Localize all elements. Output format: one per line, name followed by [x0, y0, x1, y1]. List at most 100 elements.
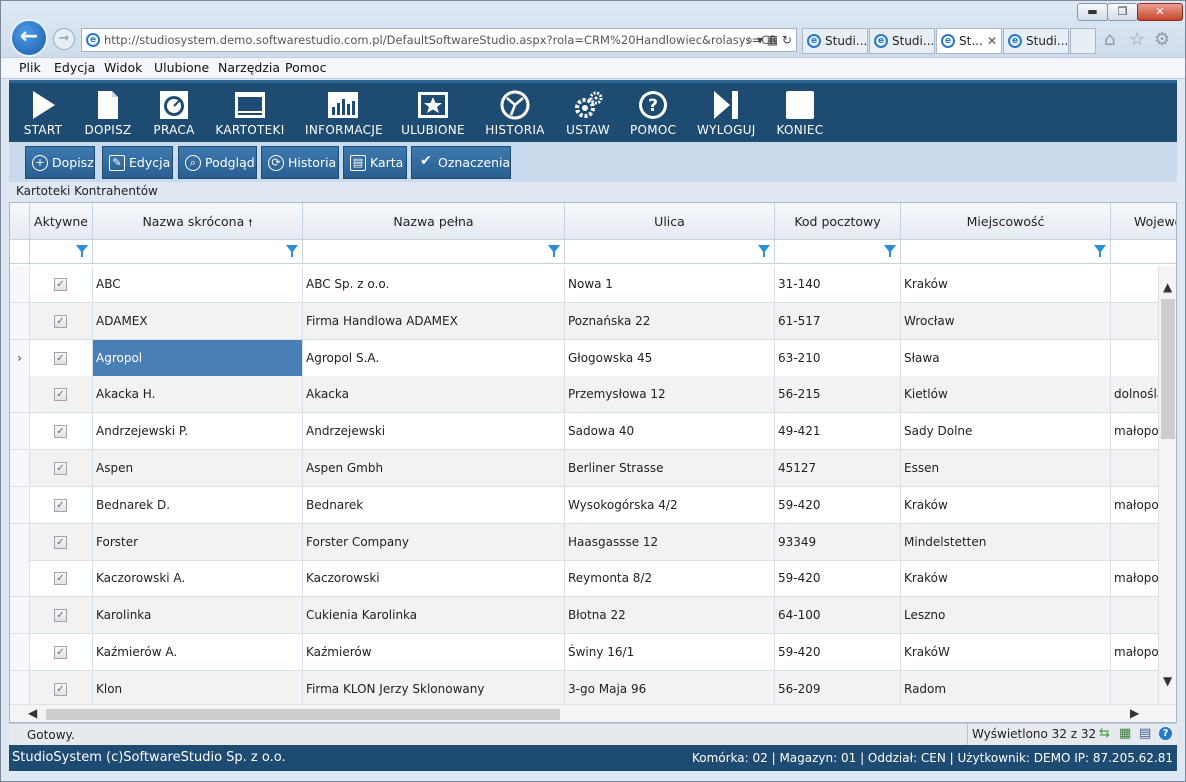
- minimize-button[interactable]: ▬: [1077, 3, 1108, 21]
- table-row[interactable]: ✓ Bednarek D. Bednarek Wysokogórska 4/2 59-4…: [10, 486, 1171, 524]
- table-row[interactable]: ✓ Kaźmierów A. Kaźmierów Świny 16/1 59-420 Kr…: [10, 634, 1171, 671]
- header-miejscowosc[interactable]: Miejscowość: [901, 203, 1111, 240]
- table-row[interactable]: ✓ Kaczorowski A. Kaczorowski Reymonta 8/2 59…: [10, 560, 1171, 598]
- cell-ulica[interactable]: 3-go Maja 96: [565, 670, 775, 707]
- ulubione-button[interactable]: ULUBIONE: [401, 89, 465, 137]
- cell-ulica[interactable]: Poznańska 22: [565, 302, 775, 339]
- karta-action-button[interactable]: ▤ Karta: [343, 146, 407, 179]
- active-checkbox[interactable]: ✓: [54, 498, 67, 512]
- address-bar[interactable]: e http://studiosystem.demo.softwarestudi…: [81, 28, 797, 52]
- menu-pomoc[interactable]: Pomoc: [285, 60, 326, 75]
- cell-kod-pocztowy[interactable]: 59-420: [775, 560, 901, 597]
- cell-nazwa-skrocona[interactable]: Kaźmierów A.: [93, 634, 303, 670]
- table-row[interactable]: › ✓ Agropol Agropol S.A. Głogowska 45 63-210 S…: [10, 339, 1171, 377]
- header-nazwa-pelna[interactable]: Nazwa pełna: [303, 203, 565, 240]
- cell-nazwa-skrocona[interactable]: Kaczorowski A.: [93, 560, 303, 597]
- active-checkbox[interactable]: ✓: [54, 425, 67, 439]
- cell-aktywne[interactable]: ✓: [30, 560, 93, 597]
- cell-miejscowosc[interactable]: Kietlów: [901, 376, 1111, 413]
- cell-miejscowosc[interactable]: KrakóW: [901, 634, 1111, 670]
- cell-ulica[interactable]: Świny 16/1: [565, 634, 775, 670]
- row-indicator[interactable]: ›: [10, 339, 30, 376]
- cell-miejscowosc[interactable]: Sady Dolne: [901, 413, 1111, 450]
- cell-aktywne[interactable]: ✓: [30, 266, 93, 302]
- cell-nazwa-skrocona[interactable]: Aspen: [93, 450, 303, 486]
- cell-kod-pocztowy[interactable]: 61-517: [775, 302, 901, 339]
- oznaczenia-action-button[interactable]: ✔ Oznaczenia: [411, 146, 511, 179]
- active-checkbox[interactable]: ✓: [54, 609, 67, 623]
- cell-nazwa-pelna[interactable]: Agropol S.A.: [303, 339, 565, 376]
- scroll-down-icon[interactable]: ▼: [1163, 674, 1172, 688]
- cell-nazwa-skrocona[interactable]: Karolinka: [93, 597, 303, 634]
- active-checkbox[interactable]: ✓: [54, 351, 67, 365]
- cell-nazwa-pelna[interactable]: Firma Handlowa ADAMEX: [303, 302, 565, 339]
- maximize-button[interactable]: ❐: [1107, 3, 1138, 21]
- header-aktywne[interactable]: Aktywne: [30, 203, 93, 240]
- menu-widok[interactable]: Widok: [104, 60, 142, 75]
- ustaw-button[interactable]: USTAW: [565, 89, 611, 137]
- cell-nazwa-pelna[interactable]: Cukienia Karolinka: [303, 597, 565, 634]
- filter-nazwa-skrocona[interactable]: [93, 240, 303, 264]
- filter-funnel-icon[interactable]: [884, 245, 896, 257]
- table-row[interactable]: ✓ Klon Firma KLON Jerzy Sklonowany 3-go Maj…: [10, 670, 1171, 708]
- menu-ulubione[interactable]: Ulubione: [154, 60, 209, 75]
- cell-nazwa-pelna[interactable]: Forster Company: [303, 523, 565, 560]
- refresh-icon[interactable]: ⇆: [1099, 726, 1110, 741]
- cell-ulica[interactable]: Reymonta 8/2: [565, 560, 775, 597]
- table-row[interactable]: ✓ Forster Forster Company Haasgassse 12 9334…: [10, 523, 1171, 561]
- cell-miejscowosc[interactable]: Kraków: [901, 266, 1111, 302]
- cell-nazwa-pelna[interactable]: Firma KLON Jerzy Sklonowany: [303, 670, 565, 707]
- cell-kod-pocztowy[interactable]: 63-210: [775, 339, 901, 376]
- cell-nazwa-pelna[interactable]: Bednarek: [303, 486, 565, 523]
- address-tools[interactable]: ⌕ ▾ ▦ ↻: [746, 29, 792, 51]
- cell-kod-pocztowy[interactable]: 56-215: [775, 376, 901, 413]
- cell-nazwa-pelna[interactable]: Kaczorowski: [303, 560, 565, 597]
- cell-kod-pocztowy[interactable]: 56-209: [775, 670, 901, 707]
- filter-aktywne[interactable]: [30, 240, 93, 264]
- cell-nazwa-skrocona[interactable]: Forster: [93, 523, 303, 560]
- cell-miejscowosc[interactable]: Radom: [901, 670, 1111, 707]
- settings-gear-icon[interactable]: ⚙: [1154, 29, 1170, 50]
- cell-nazwa-skrocona[interactable]: Andrzejewski P.: [93, 413, 303, 450]
- cell-nazwa-pelna[interactable]: Andrzejewski: [303, 413, 565, 450]
- filter-funnel-icon[interactable]: [1094, 245, 1106, 257]
- row-indicator[interactable]: [10, 560, 30, 597]
- cell-nazwa-skrocona[interactable]: Akacka H.: [93, 376, 303, 413]
- cell-kod-pocztowy[interactable]: 59-420: [775, 486, 901, 523]
- cell-kod-pocztowy[interactable]: 93349: [775, 523, 901, 560]
- cell-aktywne[interactable]: ✓: [30, 670, 93, 707]
- cell-nazwa-skrocona[interactable]: Bednarek D.: [93, 486, 303, 523]
- row-indicator[interactable]: [10, 634, 30, 670]
- back-button[interactable]: ←: [10, 19, 48, 57]
- filter-wojewodztwo[interactable]: [1111, 240, 1176, 264]
- export-icon[interactable]: ▦: [1119, 726, 1131, 741]
- koniec-button[interactable]: KONIEC: [775, 89, 825, 137]
- filter-nazwa-pelna[interactable]: [303, 240, 565, 264]
- home-icon[interactable]: ⌂: [1104, 29, 1115, 50]
- table-row[interactable]: ✓ Karolinka Cukienia Karolinka Błotna 22 64-…: [10, 597, 1171, 635]
- info-help-icon[interactable]: ?: [1159, 727, 1172, 740]
- cell-miejscowosc[interactable]: Wrocław: [901, 302, 1111, 339]
- filter-funnel-icon[interactable]: [76, 245, 88, 257]
- vertical-scrollbar[interactable]: ▲ ▼: [1158, 266, 1176, 706]
- table-row[interactable]: ✓ Aspen Aspen Gmbh Berliner Strasse 45127 Ess…: [10, 450, 1171, 487]
- filter-ulica[interactable]: [565, 240, 775, 264]
- active-checkbox[interactable]: ✓: [54, 388, 67, 402]
- header-kod-pocztowy[interactable]: Kod pocztowy: [775, 203, 901, 240]
- informacje-button[interactable]: INFORMACJE: [305, 89, 383, 137]
- cell-ulica[interactable]: Błotna 22: [565, 597, 775, 634]
- row-indicator[interactable]: [10, 597, 30, 634]
- cell-nazwa-skrocona[interactable]: Agropol: [93, 339, 303, 376]
- cell-aktywne[interactable]: ✓: [30, 597, 93, 634]
- podglad-action-button[interactable]: ⌕ Podgląd: [178, 146, 257, 179]
- filter-miejscowosc[interactable]: [901, 240, 1111, 264]
- vertical-scroll-thumb[interactable]: [1161, 299, 1175, 439]
- scroll-right-icon[interactable]: ▶: [1130, 706, 1139, 720]
- scroll-left-icon[interactable]: ◀: [28, 706, 37, 720]
- kartoteki-button[interactable]: KARTOTEKI: [215, 89, 285, 137]
- cell-aktywne[interactable]: ✓: [30, 450, 93, 486]
- cell-miejscowosc[interactable]: Sława: [901, 339, 1111, 376]
- scroll-up-icon[interactable]: ▲: [1163, 280, 1172, 294]
- edycja-action-button[interactable]: ✎ Edycja: [102, 146, 173, 179]
- cell-nazwa-pelna[interactable]: ABC Sp. z o.o.: [303, 266, 565, 302]
